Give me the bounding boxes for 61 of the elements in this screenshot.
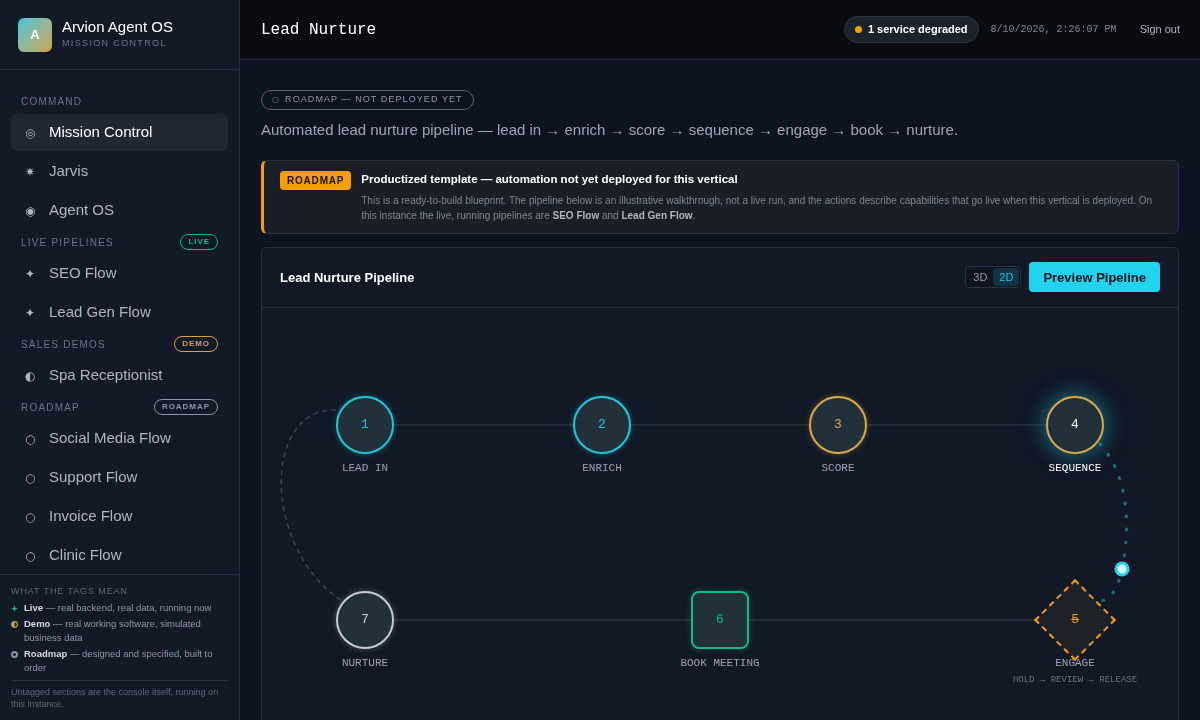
node-number: 5 — [1071, 611, 1079, 629]
nav-item[interactable]: ✷ Jarvis — [11, 153, 228, 190]
node-number: 3 — [834, 416, 842, 434]
node-sublabel: HOLD → REVIEW → RELEASE — [1012, 674, 1138, 688]
sign-out-link[interactable]: Sign out — [1139, 21, 1180, 38]
legend-note: Untagged sections are the console itself, running on this instance. — [11, 686, 220, 710]
node-number: 4 — [1071, 416, 1079, 434]
flow-pulse-icon — [1114, 561, 1130, 577]
nav-icon: ✦ — [25, 264, 37, 283]
legend-text: Demo — real working software, simulated business data — [24, 617, 202, 645]
node-label: LEAD IN — [341, 460, 389, 476]
nav-icon: ◐ — [25, 366, 37, 385]
section-heading: ROADMAP — [21, 400, 80, 415]
view-option[interactable]: 2D — [993, 268, 1020, 287]
nav-item[interactable]: ○ Social Media Flow — [11, 420, 228, 457]
nav-icon: ○ — [25, 507, 37, 526]
square-node[interactable]: 6 — [691, 590, 749, 649]
node-label: NURTURE — [341, 655, 389, 671]
nav-icon: ◎ — [25, 123, 37, 142]
nav-item[interactable]: ○ Clinic Flow — [11, 537, 228, 574]
view-option[interactable]: 3D — [967, 268, 994, 287]
logo-badge: A — [18, 17, 52, 52]
nav-item[interactable]: ◉ Agent OS — [11, 192, 228, 229]
status-pill[interactable]: 1 service degraded — [843, 16, 979, 43]
page-title: Lead Nurture — [261, 19, 378, 41]
nav-icon: ◉ — [25, 201, 37, 220]
nav-item[interactable]: ○ Invoice Flow — [11, 498, 228, 535]
node-label: ENRICH — [582, 460, 622, 476]
node-label: SCORE — [821, 460, 855, 476]
node-number: 7 — [361, 611, 369, 629]
node-number: 1 — [361, 416, 369, 434]
preview-pipeline-button[interactable]: Preview Pipeline — [1029, 262, 1160, 293]
brand-name: Arvion Agent OS — [62, 18, 173, 38]
nav-item[interactable]: ✦ SEO Flow — [11, 255, 228, 292]
nav-icon: ○ — [25, 546, 37, 565]
node-label: BOOK MEETING — [680, 655, 760, 671]
nav-icon: ○ — [25, 429, 37, 448]
nav-icon: ✷ — [25, 162, 37, 181]
node-number: 2 — [598, 416, 606, 434]
nav-item[interactable]: ○ Support Flow — [11, 459, 228, 496]
page-description: Automated lead nurture pipeline — lead in → enrich → score → sequence → engage → book → nurture. — [261, 120, 960, 140]
nav-item[interactable]: ◎ Mission Control — [11, 114, 228, 151]
timestamp: 8/10/2026, 2:26:07 PM — [990, 23, 1117, 37]
node-label: SEQUENCE — [1048, 460, 1102, 476]
panel-title: Lead Nurture Pipeline — [280, 268, 416, 287]
legend-text: Live — real backend, real data, running now — [24, 601, 212, 615]
section-heading: LIVE PIPELINES — [21, 235, 114, 250]
nav-item[interactable]: ◐ Spa Receptionist — [11, 357, 228, 394]
notice-title: Productized template — automation not yet deployed for this vertical — [361, 171, 739, 187]
roadmap-badge: ROADMAP — [280, 170, 352, 190]
section-heading: COMMAND — [21, 94, 83, 109]
brand-subtitle: MISSION CONTROL — [62, 37, 168, 51]
nav-item[interactable]: ✦ Lead Gen Flow — [11, 294, 228, 331]
nav-icon: ✦ — [25, 303, 37, 322]
section-heading: SALES DEMOS — [21, 337, 106, 352]
legend-heading: WHAT THE TAGS MEAN — [11, 584, 129, 598]
nav-icon: ○ — [25, 468, 37, 487]
notice-body: This is a ready-to-build blueprint. The pipeline below is an illustrative walkthrough, not a live run, and the actions describe capabilities that go live when this vertical is deployed. On this instance the live, running pipelines are SEO Flow and Lead Gen Flow. — [361, 193, 1154, 223]
tag-icon: ○ — [272, 94, 281, 106]
node-number: 6 — [716, 611, 724, 629]
legend-text: Roadmap — designed and specified, built to order — [24, 647, 214, 675]
